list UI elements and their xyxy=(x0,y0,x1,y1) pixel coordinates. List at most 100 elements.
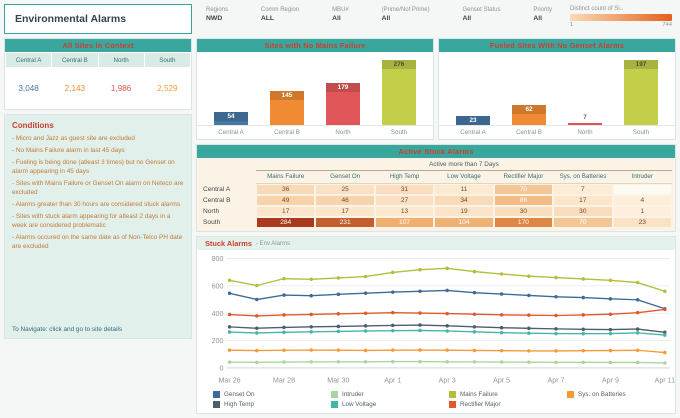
point-rectifier-major[interactable] xyxy=(581,313,585,317)
filter-value[interactable]: All xyxy=(382,15,430,22)
cell-north-rectifier-major[interactable]: 30 xyxy=(493,206,554,217)
point-sys-on-batteries[interactable] xyxy=(663,350,667,355)
point-low-voltage[interactable] xyxy=(363,329,368,333)
bar-south[interactable]: 197 xyxy=(620,57,662,125)
point-rectifier-major[interactable] xyxy=(499,313,504,317)
point-sys-on-batteries[interactable] xyxy=(282,348,286,353)
bar-north[interactable]: 7 xyxy=(564,57,606,125)
point-intruder[interactable] xyxy=(336,360,341,364)
filter-priority[interactable]: Priority All xyxy=(533,7,552,34)
cell-south-high-temp[interactable]: 107 xyxy=(374,217,435,228)
point-low-voltage[interactable] xyxy=(282,330,286,335)
point-mains-failure[interactable] xyxy=(418,267,422,272)
point-intruder[interactable] xyxy=(391,359,395,364)
point-genset-on[interactable] xyxy=(527,293,531,298)
point-mains-failure[interactable] xyxy=(472,269,477,274)
cell-central-a-high-temp[interactable]: 31 xyxy=(374,184,435,195)
point-high-temp[interactable] xyxy=(635,327,640,331)
point-intruder[interactable] xyxy=(527,360,531,364)
cell-central-a-intruder[interactable] xyxy=(612,184,672,195)
context-value-central-b[interactable]: 2,143 xyxy=(52,68,98,108)
point-rectifier-major[interactable] xyxy=(391,310,395,315)
point-rectifier-major[interactable] xyxy=(445,311,449,316)
filter-value[interactable]: ALL xyxy=(261,15,299,22)
point-rectifier-major[interactable] xyxy=(635,310,640,315)
point-mains-failure[interactable] xyxy=(581,277,585,281)
fueled-no-genset-chart[interactable]: 23 62 7 197 xyxy=(439,52,675,126)
point-rectifier-major[interactable] xyxy=(309,312,313,317)
point-intruder[interactable] xyxy=(499,360,504,364)
point-genset-on[interactable] xyxy=(499,292,504,296)
point-rectifier-major[interactable] xyxy=(663,307,667,312)
cell-central-b-mains-failure[interactable]: 49 xyxy=(256,195,316,206)
filter-prime-not-prime[interactable]: (Prime/Not Prime) All xyxy=(382,7,430,34)
context-value-south[interactable]: 2,529 xyxy=(144,68,190,108)
cell-north-high-temp[interactable]: 13 xyxy=(374,206,435,217)
point-intruder[interactable] xyxy=(635,360,640,365)
point-sys-on-batteries[interactable] xyxy=(336,348,341,352)
point-genset-on[interactable] xyxy=(391,290,395,294)
cell-central-a-sys-on-batteries[interactable]: 7 xyxy=(553,184,613,195)
point-high-temp[interactable] xyxy=(363,324,368,328)
point-sys-on-batteries[interactable] xyxy=(391,348,395,352)
point-mains-failure[interactable] xyxy=(363,274,368,279)
legend-high-temp[interactable]: High Temp xyxy=(213,401,305,408)
legend-intruder[interactable]: Intruder xyxy=(331,391,423,398)
point-mains-failure[interactable] xyxy=(445,266,449,271)
cell-south-intruder[interactable]: 23 xyxy=(612,217,672,228)
point-sys-on-batteries[interactable] xyxy=(581,348,585,353)
point-rectifier-major[interactable] xyxy=(418,311,422,315)
point-genset-on[interactable] xyxy=(255,297,259,302)
point-genset-on[interactable] xyxy=(282,293,286,297)
point-sys-on-batteries[interactable] xyxy=(499,348,504,353)
point-low-voltage[interactable] xyxy=(472,330,477,334)
point-genset-on[interactable] xyxy=(581,295,585,300)
point-intruder[interactable] xyxy=(581,360,585,365)
point-sys-on-batteries[interactable] xyxy=(527,349,531,353)
bar-north[interactable]: 179 xyxy=(322,57,364,125)
filter-comm-region[interactable]: Comm Region ALL xyxy=(261,7,299,34)
point-low-voltage[interactable] xyxy=(527,331,531,335)
point-intruder[interactable] xyxy=(282,360,286,364)
point-genset-on[interactable] xyxy=(608,297,613,301)
cell-south-rectifier-major[interactable]: 170 xyxy=(493,217,554,228)
point-rectifier-major[interactable] xyxy=(363,311,368,316)
point-sys-on-batteries[interactable] xyxy=(608,348,613,353)
point-high-temp[interactable] xyxy=(608,327,613,332)
context-value-north[interactable]: 1,986 xyxy=(98,68,144,108)
bar-central-b[interactable]: 145 xyxy=(266,57,308,125)
point-low-voltage[interactable] xyxy=(336,329,341,334)
point-sys-on-batteries[interactable] xyxy=(472,348,477,353)
bar-central-a[interactable]: 23 xyxy=(452,57,494,125)
point-high-temp[interactable] xyxy=(581,327,585,332)
point-high-temp[interactable] xyxy=(418,323,422,327)
point-low-voltage[interactable] xyxy=(418,328,422,333)
cell-north-mains-failure[interactable]: 17 xyxy=(256,206,316,217)
bar-south[interactable]: 276 xyxy=(378,57,420,125)
point-low-voltage[interactable] xyxy=(581,331,585,336)
line-mains-failure[interactable] xyxy=(229,267,666,292)
point-mains-failure[interactable] xyxy=(527,274,531,279)
cell-central-b-intruder[interactable]: 4 xyxy=(612,195,672,206)
point-rectifier-major[interactable] xyxy=(227,312,232,317)
point-genset-on[interactable] xyxy=(363,291,368,295)
line-genset-on[interactable] xyxy=(229,289,666,310)
cell-north-intruder[interactable]: 1 xyxy=(612,206,672,217)
point-high-temp[interactable] xyxy=(391,323,395,328)
cell-central-a-mains-failure[interactable]: 36 xyxy=(256,184,316,195)
context-value-central-a[interactable]: 3,048 xyxy=(6,68,52,108)
point-mains-failure[interactable] xyxy=(608,278,613,283)
point-sys-on-batteries[interactable] xyxy=(554,349,558,353)
point-genset-on[interactable] xyxy=(554,294,558,299)
point-high-temp[interactable] xyxy=(527,326,531,331)
point-sys-on-batteries[interactable] xyxy=(635,348,640,353)
filter-value[interactable]: NWD xyxy=(206,15,228,22)
point-sys-on-batteries[interactable] xyxy=(418,348,422,352)
point-low-voltage[interactable] xyxy=(227,330,232,334)
point-intruder[interactable] xyxy=(418,359,422,364)
point-rectifier-major[interactable] xyxy=(608,312,613,317)
stuck-alarms-chart[interactable]: 0 200 400 600 800 Mar 26 Mar 28 Mar 30 Apr 1 Apr … xyxy=(197,250,675,389)
cell-north-genset-on[interactable]: 17 xyxy=(315,206,375,217)
cell-south-low-voltage[interactable]: 104 xyxy=(434,217,494,228)
filter-mbu[interactable]: MBU# All xyxy=(332,7,349,34)
